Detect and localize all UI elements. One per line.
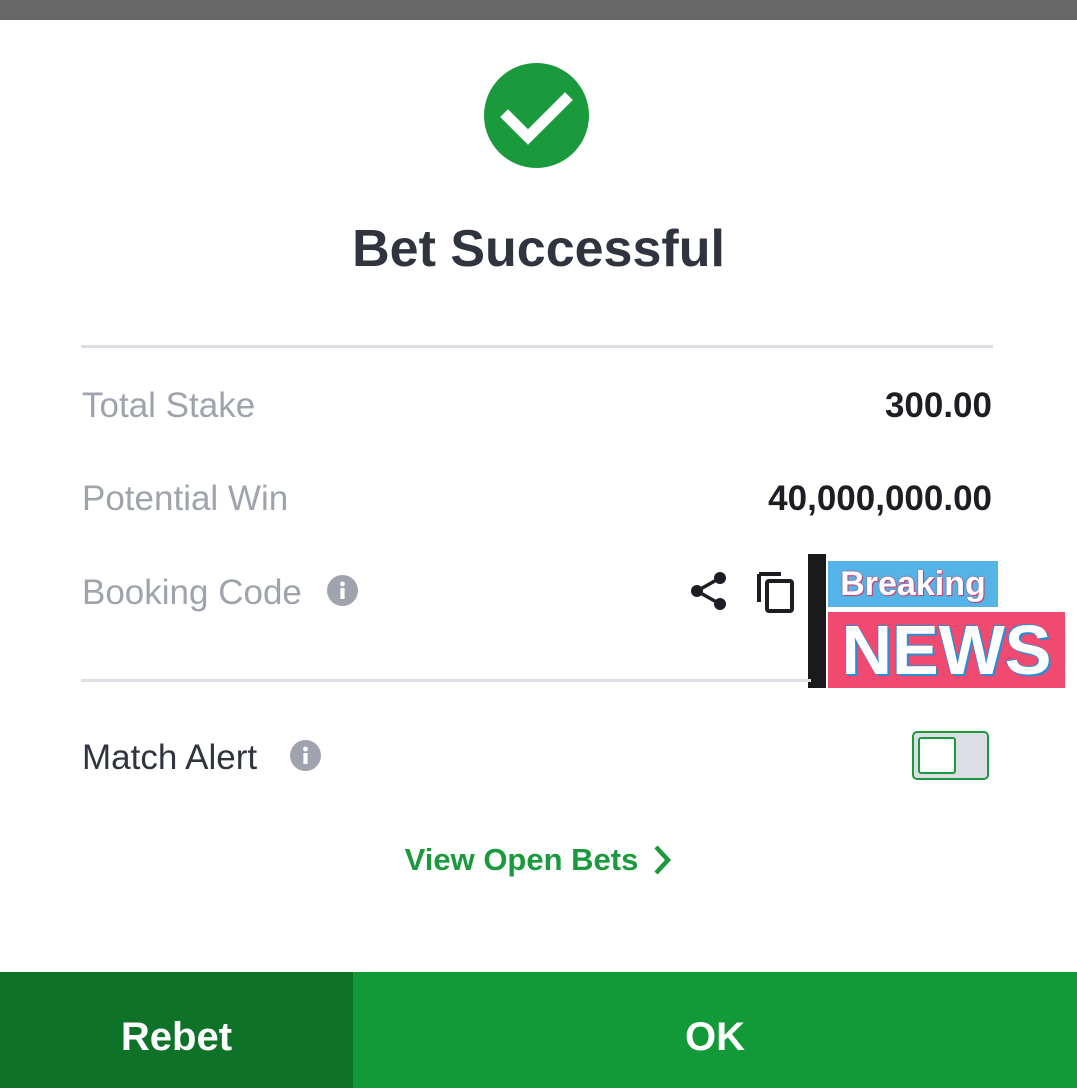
divider-middle	[81, 679, 811, 682]
chevron-right-icon	[654, 845, 672, 875]
view-open-bets-link[interactable]: View Open Bets	[0, 836, 1077, 882]
total-stake-value: 300.00	[884, 386, 992, 425]
copy-icon[interactable]	[755, 568, 797, 619]
toggle-knob	[918, 737, 956, 774]
page-title: Bet Successful	[352, 220, 725, 278]
booking-code-label: Booking Code	[82, 573, 302, 612]
share-icon[interactable]	[689, 570, 729, 617]
total-stake-label: Total Stake	[82, 386, 256, 425]
info-icon[interactable]	[290, 740, 321, 771]
info-icon[interactable]	[327, 575, 358, 606]
view-open-bets-label: View Open Bets	[404, 841, 639, 877]
potential-win-value: 40,000,000.00	[768, 479, 992, 518]
status-bar	[0, 0, 1077, 20]
bet-success-dialog: Bet Successful Total Stake 300.00 Potent…	[0, 0, 1077, 1088]
divider-top	[81, 345, 993, 348]
rebet-button[interactable]: Rebet	[0, 972, 353, 1088]
match-alert-label: Match Alert	[82, 738, 258, 777]
potential-win-label: Potential Win	[82, 479, 289, 518]
breaking-news-label: Breaking	[828, 561, 998, 607]
match-alert-toggle[interactable]	[912, 731, 989, 780]
check-circle-icon	[484, 63, 589, 168]
ok-button[interactable]: OK	[353, 972, 1077, 1088]
news-label: NEWS	[828, 612, 1065, 688]
news-overlay-bar	[808, 554, 826, 688]
